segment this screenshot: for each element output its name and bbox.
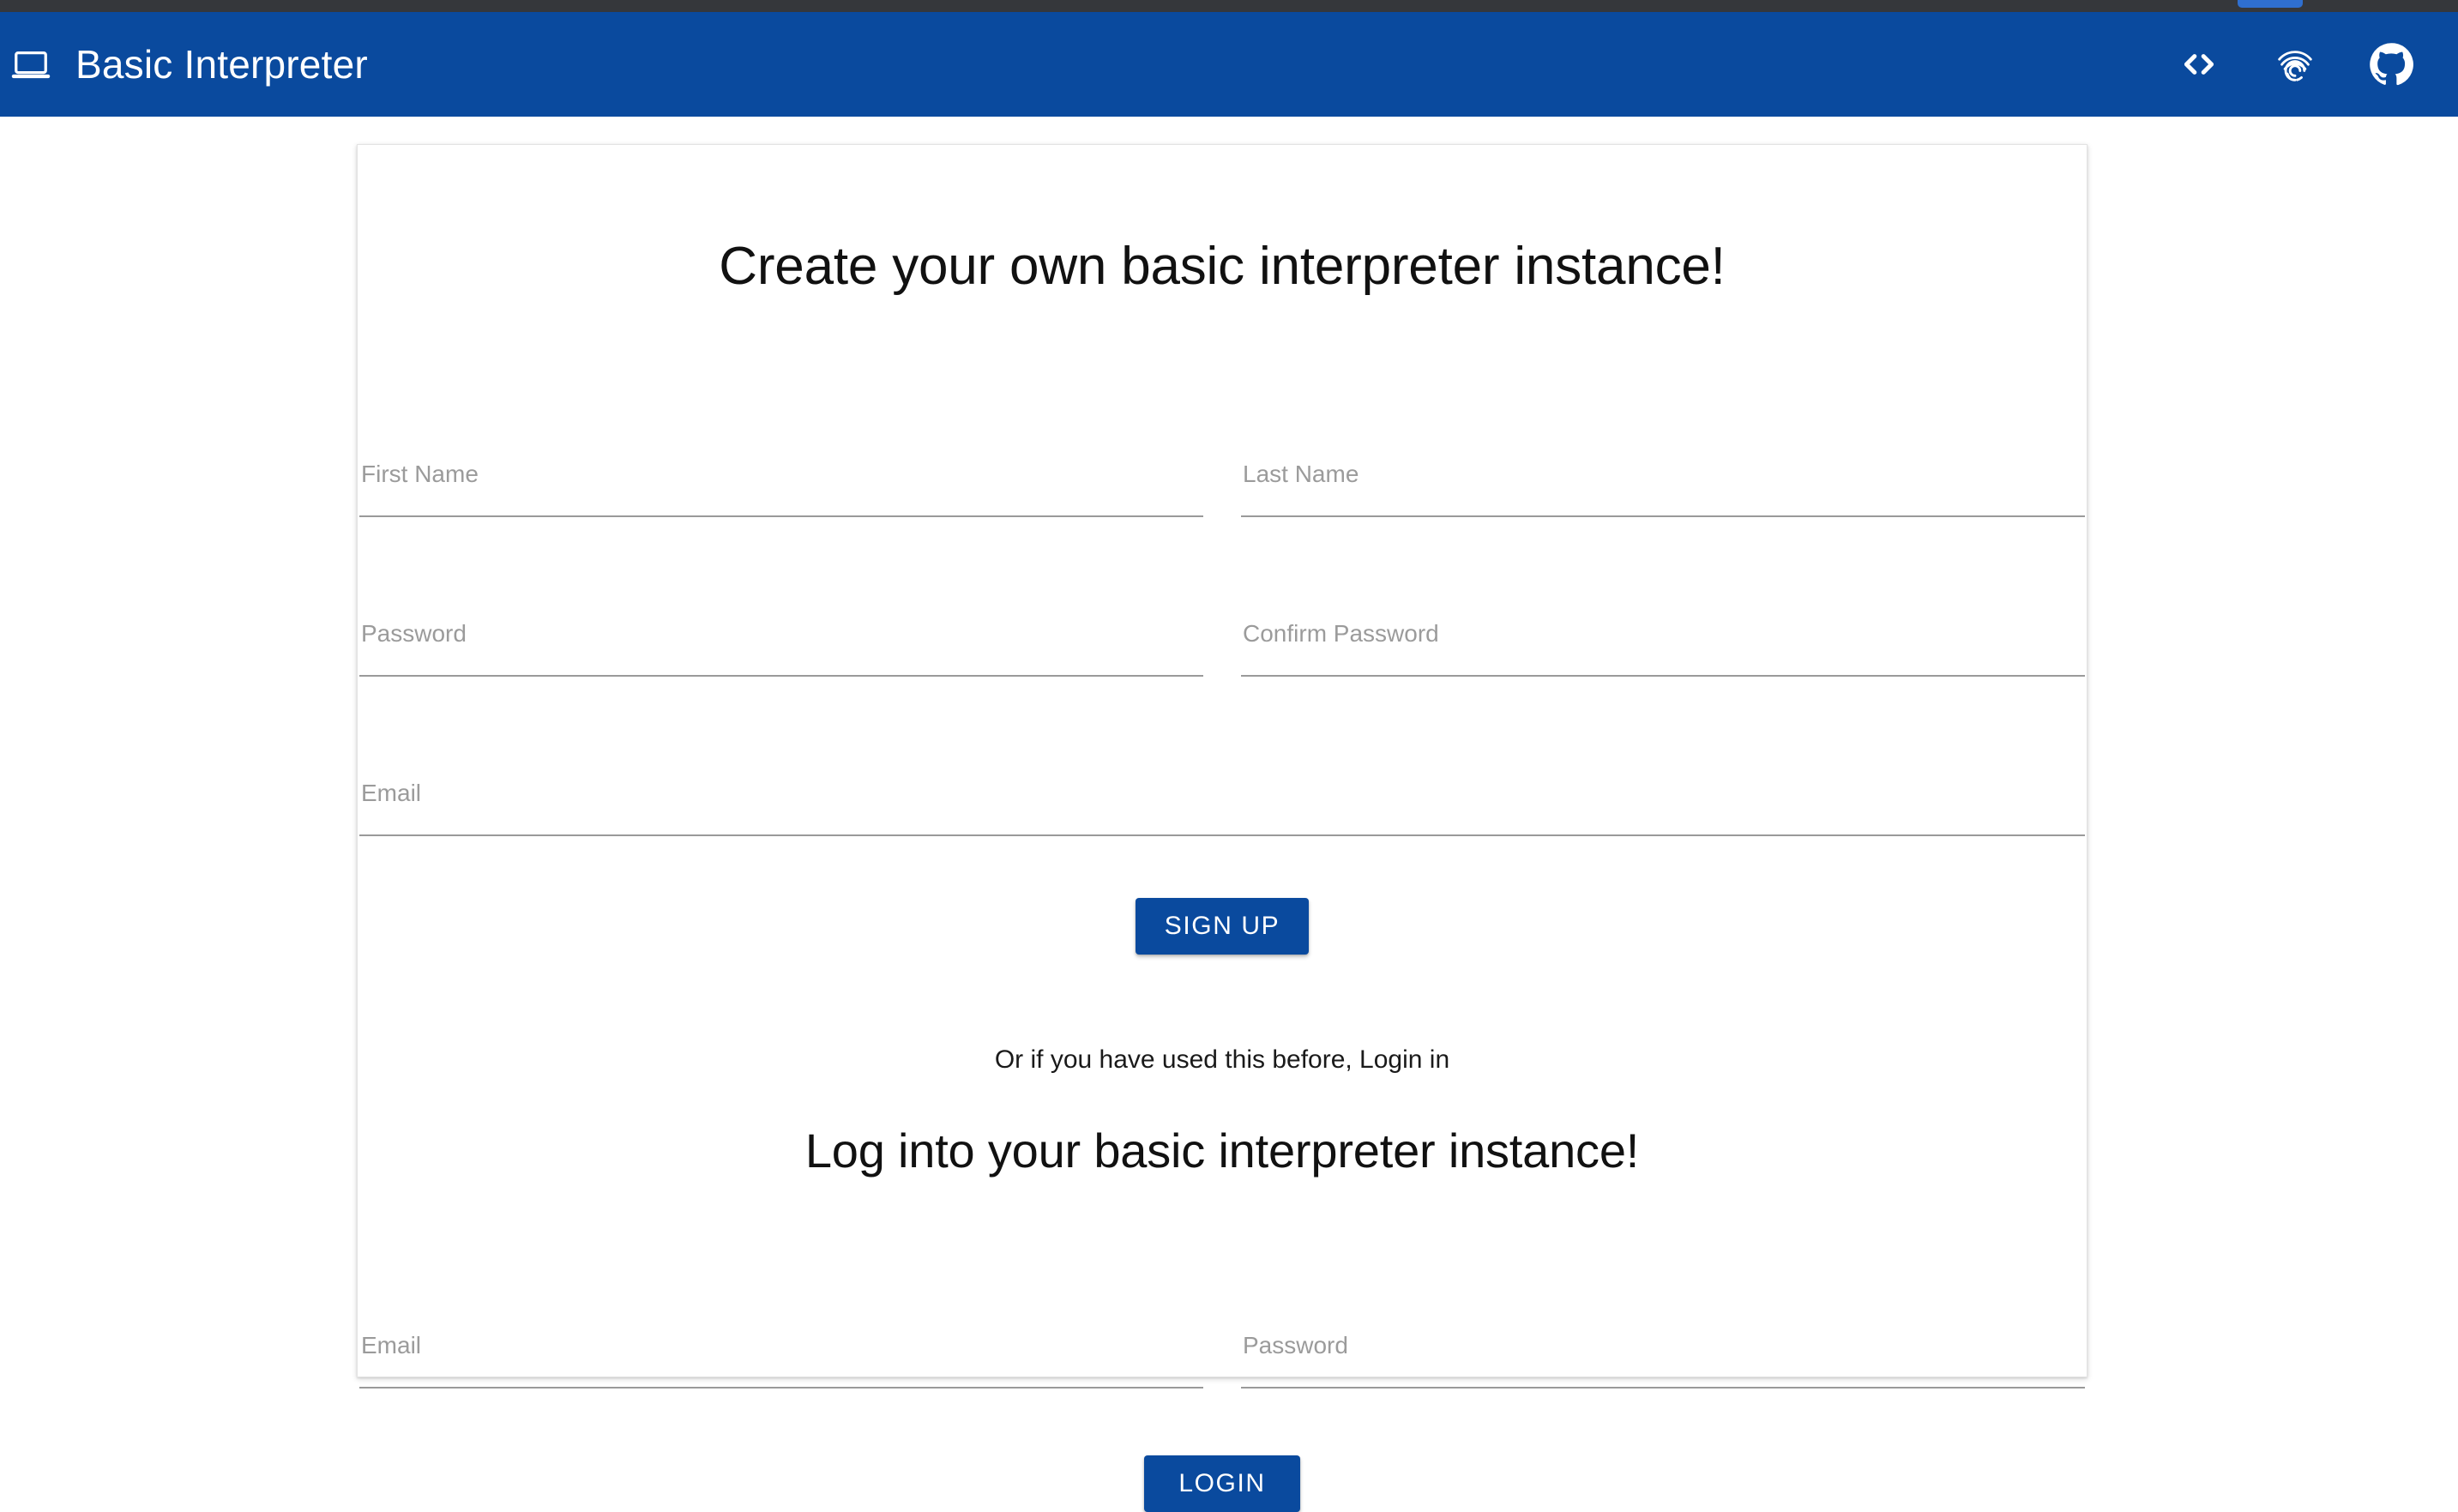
laptop-icon (9, 42, 53, 87)
login-form: Email Password LOGIN (358, 1229, 2087, 1512)
signup-email-row: Email (359, 677, 2085, 837)
login-button-row: LOGIN (359, 1455, 2085, 1512)
sign-up-button[interactable]: SIGN UP (1135, 898, 1310, 955)
first-name-input[interactable] (359, 438, 1203, 516)
password-field[interactable]: Password (359, 517, 1222, 678)
login-heading-wrap: Log into your basic interpreter instance… (358, 1073, 2087, 1229)
browser-tab-pill[interactable] (2238, 0, 2303, 8)
login-prompt-text: Or if you have used this before, Login i… (994, 1045, 1450, 1075)
app-brand: Basic Interpreter (0, 42, 368, 87)
login-credentials-row: Email Password (359, 1229, 2085, 1389)
signup-form: First Name Last Name Password (358, 358, 2087, 955)
last-name-input[interactable] (1241, 438, 2085, 516)
login-password-field[interactable]: Password (1222, 1229, 2085, 1389)
github-icon[interactable] (2369, 42, 2413, 87)
fingerprint-icon[interactable] (2273, 42, 2317, 87)
confirm-password-field[interactable]: Confirm Password (1222, 517, 2085, 678)
login-password-underline (1241, 1386, 2085, 1389)
first-name-field[interactable]: First Name (359, 358, 1222, 518)
app-header-actions (2177, 42, 2427, 87)
login-heading: Log into your basic interpreter instance… (804, 1123, 1640, 1178)
login-email-field[interactable]: Email (359, 1229, 1222, 1389)
last-name-field[interactable]: Last Name (1222, 358, 2085, 518)
auth-card: Create your own basic interpreter instan… (357, 144, 2087, 1512)
signup-button-row: SIGN UP (359, 898, 2085, 955)
login-button[interactable]: LOGIN (1144, 1455, 1300, 1512)
password-input[interactable] (359, 598, 1203, 676)
app-header: Basic Interpreter (0, 12, 2458, 117)
signup-email-field[interactable]: Email (359, 677, 2085, 837)
browser-chrome-strip (0, 0, 2458, 12)
app-title: Basic Interpreter (75, 42, 368, 87)
signup-heading: Create your own basic interpreter instan… (719, 237, 1726, 296)
signup-name-row: First Name Last Name (359, 358, 2085, 518)
login-password-input[interactable] (1241, 1309, 2085, 1387)
signup-email-underline (359, 834, 2085, 837)
signup-email-input[interactable] (359, 757, 2085, 835)
code-brackets-icon[interactable] (2177, 42, 2221, 87)
signup-password-row: Password Confirm Password (359, 517, 2085, 678)
login-email-underline (359, 1386, 1203, 1389)
login-email-input[interactable] (359, 1309, 1203, 1387)
confirm-password-input[interactable] (1241, 598, 2085, 676)
